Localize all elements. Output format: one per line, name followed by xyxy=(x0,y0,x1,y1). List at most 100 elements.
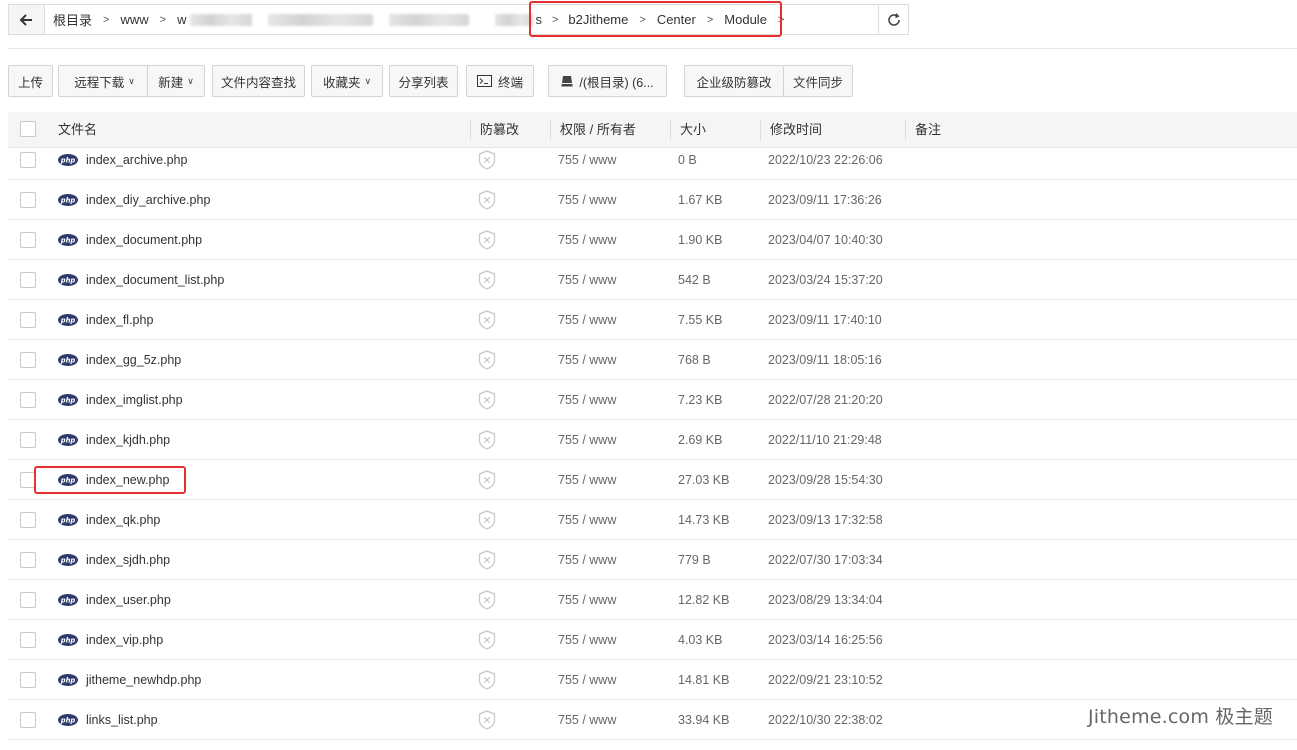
file-sync-button[interactable]: 文件同步 xyxy=(783,65,853,97)
file-permission[interactable]: 755 / www xyxy=(558,180,616,220)
file-name[interactable]: index_new.php xyxy=(86,460,169,500)
shield-off-icon[interactable] xyxy=(478,150,496,170)
shield-off-icon[interactable] xyxy=(478,630,496,650)
file-permission[interactable]: 755 / www xyxy=(558,660,616,700)
row-checkbox[interactable] xyxy=(20,152,36,168)
shield-off-icon[interactable] xyxy=(478,590,496,610)
row-checkbox[interactable] xyxy=(20,312,36,328)
file-mtime: 2023/03/14 16:25:56 xyxy=(768,633,883,647)
disk-button[interactable]: /(根目录) (6... xyxy=(548,65,667,97)
crumb-center[interactable]: Center xyxy=(655,12,698,27)
select-all-checkbox[interactable] xyxy=(20,121,36,137)
table-row[interactable]: php index_document.php 755 / www 1.90 KB 202… xyxy=(8,220,1297,260)
file-permission[interactable]: 755 / www xyxy=(558,380,616,420)
row-checkbox[interactable] xyxy=(20,512,36,528)
row-checkbox[interactable] xyxy=(20,632,36,648)
refresh-button[interactable] xyxy=(878,5,908,34)
shield-off-icon[interactable] xyxy=(478,230,496,250)
shield-off-icon[interactable] xyxy=(478,270,496,290)
crumb-w[interactable]: w xyxy=(175,12,188,27)
row-checkbox[interactable] xyxy=(20,592,36,608)
file-name[interactable]: index_imglist.php xyxy=(86,380,183,420)
table-row[interactable]: php index_diy_archive.php 755 / www 1.67 KB… xyxy=(8,180,1297,220)
header-permission[interactable]: 权限 / 所有者 xyxy=(560,112,636,148)
row-checkbox[interactable] xyxy=(20,352,36,368)
shield-off-icon[interactable] xyxy=(478,390,496,410)
file-name[interactable]: index_document_list.php xyxy=(86,260,224,300)
row-checkbox[interactable] xyxy=(20,392,36,408)
new-button[interactable]: 新建 ∨ xyxy=(147,65,205,97)
file-permission[interactable]: 755 / www xyxy=(558,420,616,460)
shield-off-icon[interactable] xyxy=(478,350,496,370)
file-permission[interactable]: 755 / www xyxy=(558,300,616,340)
file-name[interactable]: index_fl.php xyxy=(86,300,153,340)
file-permission[interactable]: 755 / www xyxy=(558,340,616,380)
file-name[interactable]: index_archive.php xyxy=(86,148,187,180)
row-checkbox[interactable] xyxy=(20,272,36,288)
file-name[interactable]: index_qk.php xyxy=(86,500,160,540)
row-checkbox[interactable] xyxy=(20,192,36,208)
content-search-button[interactable]: 文件内容查找 xyxy=(212,65,305,97)
file-name[interactable]: index_vip.php xyxy=(86,620,163,660)
share-list-button[interactable]: 分享列表 xyxy=(389,65,458,97)
php-file-icon: php xyxy=(58,394,78,406)
table-row[interactable]: php index_kjdh.php 755 / www 2.69 KB 2022/11… xyxy=(8,420,1297,460)
shield-off-icon[interactable] xyxy=(478,430,496,450)
file-name[interactable]: jitheme_newhdp.php xyxy=(86,660,201,700)
back-button[interactable] xyxy=(9,5,45,34)
file-permission[interactable]: 755 / www xyxy=(558,220,616,260)
file-name[interactable]: index_gg_5z.php xyxy=(86,340,181,380)
table-row[interactable]: php jitheme_newhdp.php 755 / www 14.81 KB 20… xyxy=(8,660,1297,700)
row-checkbox[interactable] xyxy=(20,672,36,688)
table-row[interactable]: php index_vip.php 755 / www 4.03 KB 2023/03/… xyxy=(8,620,1297,660)
crumb-www[interactable]: www xyxy=(118,12,150,27)
file-name[interactable]: index_document.php xyxy=(86,220,202,260)
crumb-module[interactable]: Module xyxy=(722,12,769,27)
table-row[interactable]: php index_imglist.php 755 / www 7.23 KB 2022… xyxy=(8,380,1297,420)
file-permission[interactable]: 755 / www xyxy=(558,620,616,660)
table-row[interactable]: php index_sjdh.php 755 / www 779 B 2022/07/3… xyxy=(8,540,1297,580)
upload-button[interactable]: 上传 xyxy=(8,65,53,97)
header-mtime[interactable]: 修改时间 xyxy=(770,112,822,148)
crumb-root[interactable]: 根目录 xyxy=(51,10,94,29)
row-checkbox[interactable] xyxy=(20,232,36,248)
table-row[interactable]: php index_qk.php 755 / www 14.73 KB 2023/09/… xyxy=(8,500,1297,540)
file-name[interactable]: index_sjdh.php xyxy=(86,540,170,580)
file-name[interactable]: index_kjdh.php xyxy=(86,420,170,460)
remote-download-button[interactable]: 远程下载 ∨ xyxy=(58,65,151,97)
row-checkbox[interactable] xyxy=(20,552,36,568)
file-name[interactable]: links_list.php xyxy=(86,700,158,740)
row-checkbox[interactable] xyxy=(20,432,36,448)
shield-off-icon[interactable] xyxy=(478,670,496,690)
shield-off-icon[interactable] xyxy=(478,550,496,570)
crumb-s[interactable]: s xyxy=(533,12,544,27)
table-row[interactable]: php index_fl.php 755 / www 7.55 KB 2023/09/1… xyxy=(8,300,1297,340)
file-name[interactable]: index_user.php xyxy=(86,580,171,620)
shield-off-icon[interactable] xyxy=(478,470,496,490)
shield-off-icon[interactable] xyxy=(478,190,496,210)
tamper-proof-button[interactable]: 企业级防篡改 xyxy=(684,65,784,97)
file-permission[interactable]: 755 / www xyxy=(558,148,616,180)
table-row[interactable]: php index_archive.php 755 / www 0 B 2022/10/… xyxy=(8,148,1297,180)
terminal-button[interactable]: 终端 xyxy=(466,65,534,97)
file-permission[interactable]: 755 / www xyxy=(558,700,616,740)
header-size[interactable]: 大小 xyxy=(680,112,706,148)
header-filename[interactable]: 文件名 xyxy=(58,112,97,148)
table-row[interactable]: php index_document_list.php 755 / www 542 B… xyxy=(8,260,1297,300)
row-checkbox[interactable] xyxy=(20,712,36,728)
row-checkbox[interactable] xyxy=(20,472,36,488)
shield-off-icon[interactable] xyxy=(478,710,496,730)
file-permission[interactable]: 755 / www xyxy=(558,500,616,540)
crumb-b2jitheme[interactable]: b2Jitheme xyxy=(566,12,630,27)
file-name[interactable]: index_diy_archive.php xyxy=(86,180,210,220)
file-permission[interactable]: 755 / www xyxy=(558,260,616,300)
shield-off-icon[interactable] xyxy=(478,510,496,530)
favorites-button[interactable]: 收藏夹 ∨ xyxy=(311,65,383,97)
table-row[interactable]: php index_gg_5z.php 755 / www 768 B 2023/09/… xyxy=(8,340,1297,380)
shield-off-icon[interactable] xyxy=(478,310,496,330)
file-permission[interactable]: 755 / www xyxy=(558,540,616,580)
table-row[interactable]: php index_new.php 755 / www 27.03 KB 2023/09… xyxy=(8,460,1297,500)
file-permission[interactable]: 755 / www xyxy=(558,460,616,500)
file-permission[interactable]: 755 / www xyxy=(558,580,616,620)
table-row[interactable]: php index_user.php 755 / www 12.82 KB 2023/0… xyxy=(8,580,1297,620)
